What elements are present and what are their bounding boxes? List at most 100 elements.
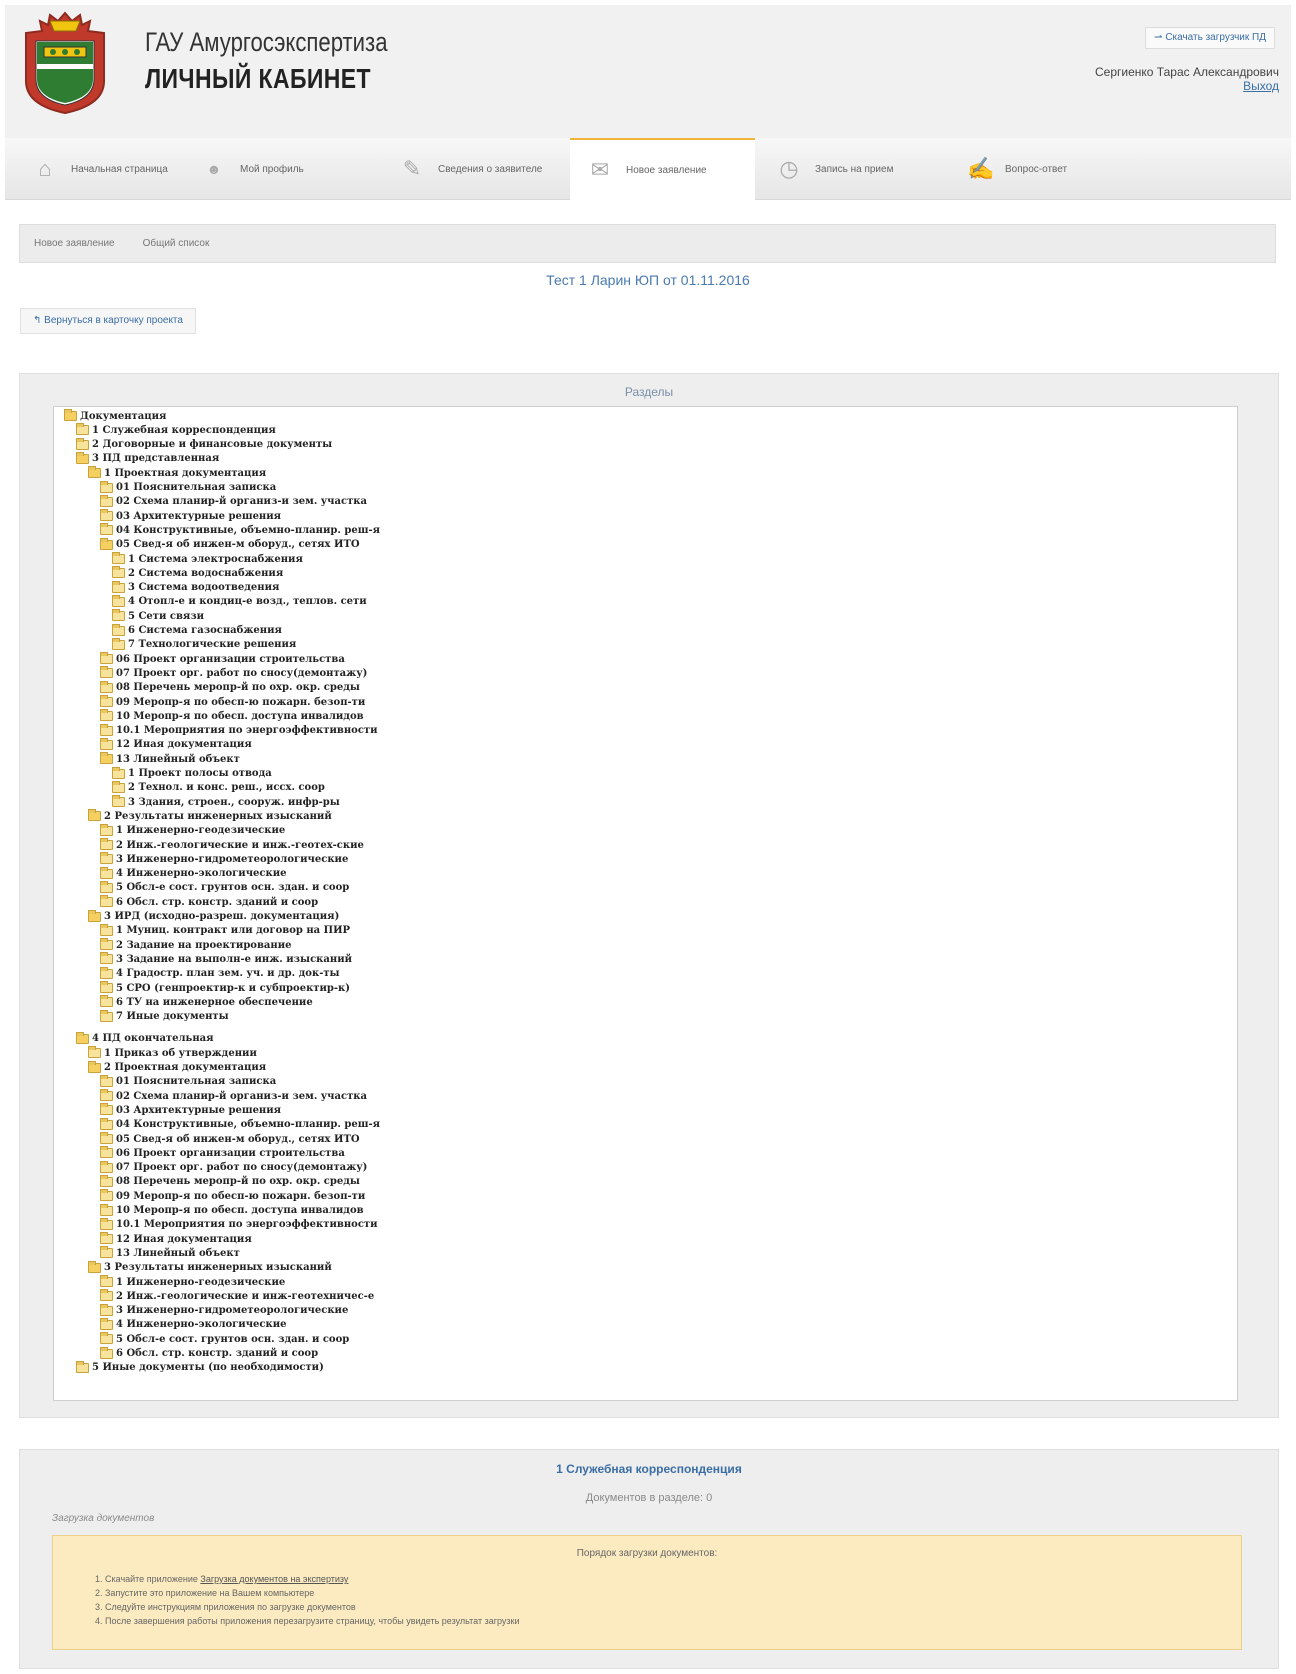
- folder-icon: [100, 680, 113, 693]
- logout-link[interactable]: Выход: [1243, 79, 1279, 93]
- tree-node[interactable]: 1 Система электроснабжения: [112, 552, 303, 566]
- tab-general-list[interactable]: Общий список: [143, 238, 210, 249]
- clock-icon: ◷: [779, 156, 799, 181]
- tree-node[interactable]: 05 Свед-я об инжен-м оборуд., сетях ИТО: [100, 1132, 360, 1146]
- tree-node[interactable]: 04 Конструктивные, объемно-планир. реш-я: [100, 1117, 380, 1132]
- tree-node[interactable]: 03 Архитектурные решения: [100, 1103, 281, 1117]
- main-nav: ⌂ Начальная страница ☻ Мой профиль ✎ Све…: [5, 138, 1291, 200]
- folder-icon: [88, 1046, 101, 1059]
- tree-node[interactable]: 1 Инженерно-геодезические: [100, 1275, 285, 1289]
- tree-node[interactable]: 10 Меропр-я по обесп. доступа инвалидов: [100, 709, 364, 723]
- tree-node[interactable]: 4 Отопл-е и кондиц-е возд., теплов. сети: [112, 594, 367, 609]
- nav-profile[interactable]: ☻ Мой профиль: [190, 138, 355, 200]
- nav-home[interactable]: ⌂ Начальная страница: [5, 138, 190, 200]
- tree-node[interactable]: 1 Инженерно-геодезические: [100, 823, 286, 838]
- tree-node-label: 3 Система водоотведения: [128, 582, 280, 594]
- tree-node[interactable]: 3 ПД представленная: [76, 451, 219, 466]
- tree-node[interactable]: 03 Архитектурные решения: [100, 509, 281, 523]
- tree-node[interactable]: 12 Иная документация: [100, 1232, 252, 1246]
- tree-node[interactable]: 1 Проект полосы отвода: [112, 766, 272, 781]
- tree-node[interactable]: 2 Инж.-геологические и инж-геотехничес-е: [100, 1289, 374, 1303]
- tree-node[interactable]: 7 Иные документы: [100, 1009, 229, 1024]
- tree-node[interactable]: 2 Договорные и финансовые документы: [76, 437, 332, 452]
- tree-node-label: 06 Проект организации строительства: [116, 1147, 345, 1159]
- download-app-link[interactable]: Загрузка документов на экспертизу: [200, 1574, 348, 1584]
- tree-node[interactable]: 3 Система водоотведения: [112, 580, 280, 595]
- tree-node[interactable]: 09 Меропр-я по обесп-ю пожарн. безоп-ти: [100, 1189, 365, 1203]
- nav-faq[interactable]: ✍ Вопрос-ответ: [945, 138, 1125, 200]
- tree-node[interactable]: 2 Проектная документация: [88, 1060, 266, 1075]
- tree-node[interactable]: 6 Обсл. стр. констр. зданий и соор: [100, 895, 318, 909]
- tree-node[interactable]: 01 Пояснительная записка: [100, 1074, 276, 1089]
- tree-node[interactable]: 6 ТУ на инженерное обеспечение: [100, 995, 313, 1009]
- download-loader-button[interactable]: ⇀ Скачать загрузчик ПД: [1145, 27, 1275, 49]
- tree-node[interactable]: 6 Обсл. стр. констр. зданий и соор: [100, 1346, 319, 1361]
- tree-node[interactable]: 2 Технол. и конс. реш., иссх. соор: [112, 780, 325, 795]
- tree-node[interactable]: 3 Инженерно-гидрометеорологические: [100, 1303, 349, 1318]
- tree-node[interactable]: 04 Конструктивные, объемно-планир. реш-я: [100, 523, 380, 537]
- folder-icon: [100, 494, 113, 507]
- tree-node[interactable]: 07 Проект орг. работ по сносу(демонтажу): [100, 666, 367, 680]
- tree-node-label: 1 Инженерно-геодезические: [116, 825, 286, 837]
- tree-node[interactable]: 2 Результаты инженерных изысканий: [88, 809, 332, 823]
- cabinet-title: ЛИЧНЫЙ КАБИНЕТ: [145, 63, 371, 94]
- tree-node[interactable]: 5 СРО (генпроектир-к и субпроектир-к): [100, 981, 350, 995]
- tree-node[interactable]: 02 Схема планир-й организ-и зем. участка: [100, 494, 367, 509]
- folder-icon: [100, 866, 113, 879]
- tree-node-label: 03 Архитектурные решения: [116, 1104, 282, 1116]
- tree-node[interactable]: 09 Меропр-я по обесп-ю пожарн. безоп-ти: [100, 695, 365, 709]
- tree-node[interactable]: 1 Приказ об утверждении: [88, 1046, 257, 1060]
- tree-node[interactable]: 5 Обсл-е сост. грунтов осн. здан. и соор: [100, 880, 349, 895]
- tree-node[interactable]: 2 Инж.-геологические и инж.-геотех-ские: [100, 838, 364, 852]
- tree-node[interactable]: 2 Система водоснабжения: [112, 566, 283, 580]
- tree-node-label: 3 Задание на выполн-е инж. изысканий: [116, 953, 353, 965]
- tree-node[interactable]: 2 Задание на проектирование: [100, 938, 292, 952]
- folder-icon: [100, 1217, 113, 1230]
- tree-node[interactable]: 4 Инженерно-экологические: [100, 866, 287, 881]
- tree-node[interactable]: 4 Инженерно-экологические: [100, 1317, 287, 1332]
- profile-icon: ☻: [206, 161, 222, 177]
- nav-applicant-info[interactable]: ✎ Сведения о заявителе: [355, 138, 570, 200]
- tree-node[interactable]: 08 Перечень меропр-й по охр. окр. среды: [100, 680, 360, 695]
- tree-node[interactable]: 10 Меропр-я по обесп. доступа инвалидов: [100, 1203, 364, 1218]
- tree-node[interactable]: 06 Проект организации строительства: [100, 1146, 345, 1160]
- tree-node-label: 3 Инженерно-гидрометеорологические: [116, 1305, 349, 1317]
- tree-node[interactable]: 3 ИРД (исходно-разреш. документация): [88, 909, 339, 924]
- tree-node[interactable]: 06 Проект организации строительства: [100, 652, 345, 666]
- tree-node[interactable]: 1 Проектная документация: [88, 466, 266, 480]
- tab-new-application[interactable]: Новое заявление: [34, 238, 115, 249]
- tree-node[interactable]: 3 Здания, строен., сооруж. инфр-ры: [112, 795, 340, 809]
- tree-node[interactable]: 1 Муниц. контракт или договор на ПИР: [100, 923, 350, 938]
- tree-node[interactable]: 07 Проект орг. работ по сносу(демонтажу): [100, 1160, 367, 1175]
- tree-node[interactable]: 05 Свед-я об инжен-м оборуд., сетях ИТО: [100, 537, 360, 552]
- tree-node[interactable]: 12 Иная документация: [100, 737, 252, 752]
- tree-node[interactable]: 4 Градостр. план зем. уч. и др. док-ты: [100, 966, 340, 981]
- tree-node[interactable]: 5 Обсл-е сост. грунтов осн. здан. и соор: [100, 1332, 349, 1346]
- tree-node[interactable]: 10.1 Мероприятия по энергоэффективности: [100, 1217, 378, 1232]
- tree-node[interactable]: 3 Задание на выполн-е инж. изысканий: [100, 952, 352, 966]
- tree-node[interactable]: 7 Технологические решения: [112, 637, 296, 652]
- tree-node-label: 4 Градостр. план зем. уч. и др. док-ты: [116, 968, 340, 980]
- nav-new-application[interactable]: ✉ Новое заявление: [570, 138, 755, 200]
- tree-node[interactable]: 5 Иные документы (по необходимости): [76, 1360, 324, 1375]
- tree-node-label: 6 Обсл. стр. констр. зданий и соор: [116, 1348, 319, 1359]
- tree-node[interactable]: 4 ПД окончательная: [76, 1031, 214, 1046]
- tree-node[interactable]: 13 Линейный объект: [100, 1246, 240, 1260]
- tree-node[interactable]: 08 Перечень меропр-й по охр. окр. среды: [100, 1174, 360, 1189]
- tree-node[interactable]: 10.1 Мероприятия по энергоэффективности: [100, 723, 378, 738]
- tree-node[interactable]: 5 Сети связи: [112, 609, 204, 623]
- tree-node[interactable]: Документация: [64, 409, 166, 423]
- tree-node[interactable]: 1 Служебная корреспонденция: [76, 423, 276, 437]
- folder-icon: [100, 1289, 113, 1302]
- folder-icon: [100, 1317, 113, 1330]
- tree-node[interactable]: 3 Результаты инженерных изысканий: [88, 1260, 332, 1275]
- tree-node[interactable]: 02 Схема планир-й организ-и зем. участка: [100, 1089, 367, 1103]
- tree-node[interactable]: 6 Система газоснабжения: [112, 623, 282, 638]
- tree-node-label: 1 Проектная документация: [104, 467, 267, 479]
- tree-node[interactable]: 13 Линейный объект: [100, 752, 240, 766]
- tree-node[interactable]: 01 Пояснительная записка: [100, 480, 276, 495]
- nav-appointment[interactable]: ◷ Запись на прием: [755, 138, 945, 200]
- tree-node[interactable]: 3 Инженерно-гидрометеорологические: [100, 852, 348, 866]
- tree-node-label: 04 Конструктивные, объемно-планир. реш-я: [116, 524, 380, 536]
- back-to-project-button[interactable]: ↰ Вернуться в карточку проекта: [20, 308, 196, 334]
